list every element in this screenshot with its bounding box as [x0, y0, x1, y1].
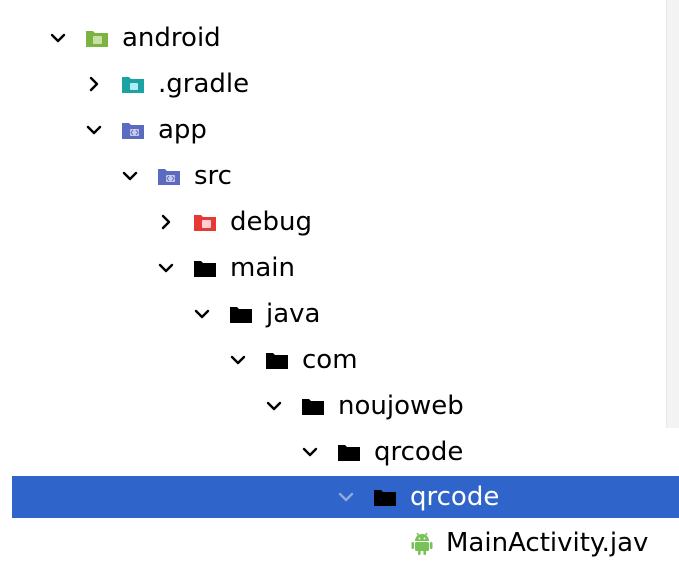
source-module-folder-icon	[121, 120, 145, 140]
chevron-down-icon[interactable]	[228, 350, 248, 370]
tree-row-label: MainActivity.jav	[446, 528, 649, 558]
vertical-scrollbar[interactable]	[666, 0, 679, 428]
debug-folder-icon	[193, 212, 217, 232]
android-module-folder-icon	[85, 28, 109, 48]
tree-row-label: qrcode	[410, 482, 500, 512]
chevron-down-icon[interactable]	[192, 304, 212, 324]
folder-icon	[265, 350, 289, 370]
tree-row-label: main	[230, 253, 295, 283]
tree-row-debug[interactable]: debug	[12, 201, 679, 243]
folder-icon	[337, 442, 361, 462]
chevron-down-icon[interactable]	[84, 120, 104, 140]
tree-row-label: .gradle	[158, 69, 250, 99]
tree-row-label: qrcode	[374, 437, 464, 467]
chevron-down-icon[interactable]	[336, 487, 356, 507]
tree-row-qrcode-selected[interactable]: qrcode	[12, 476, 679, 518]
chevron-down-icon[interactable]	[264, 396, 284, 416]
tree-row-noujoweb[interactable]: noujoweb	[12, 385, 679, 427]
tree-row-label: src	[194, 161, 232, 191]
tree-row-label: android	[122, 23, 221, 53]
chevron-down-icon[interactable]	[300, 442, 320, 462]
tree-row-label: java	[266, 299, 321, 329]
tree-row-label: debug	[230, 207, 312, 237]
chevron-right-icon[interactable]	[156, 212, 176, 232]
folder-icon	[193, 258, 217, 278]
tree-row-app[interactable]: app	[12, 109, 679, 151]
folder-icon	[373, 487, 397, 507]
folder-icon	[301, 396, 325, 416]
tree-row-java[interactable]: java	[12, 293, 679, 335]
tree-row-label: noujoweb	[338, 391, 464, 421]
tree-row-label: com	[302, 345, 358, 375]
android-icon	[409, 530, 435, 556]
chevron-down-icon[interactable]	[120, 166, 140, 186]
tree-row-com[interactable]: com	[12, 339, 679, 381]
source-module-folder-icon	[157, 166, 181, 186]
chevron-down-icon[interactable]	[48, 28, 68, 48]
tree-row-label: app	[158, 115, 207, 145]
chevron-down-icon[interactable]	[156, 258, 176, 278]
folder-icon	[229, 304, 253, 324]
project-tree: android .gradle app src debug main java …	[0, 0, 679, 563]
tree-row-android[interactable]: android	[12, 17, 679, 59]
tree-row-mainactivity[interactable]: MainActivity.jav	[12, 522, 679, 564]
tree-row-qrcode[interactable]: qrcode	[12, 431, 679, 473]
chevron-right-icon[interactable]	[84, 74, 104, 94]
tree-row-src[interactable]: src	[12, 155, 679, 197]
gradle-folder-icon	[121, 74, 145, 94]
tree-row-gradle[interactable]: .gradle	[12, 63, 679, 105]
tree-row-main[interactable]: main	[12, 247, 679, 289]
